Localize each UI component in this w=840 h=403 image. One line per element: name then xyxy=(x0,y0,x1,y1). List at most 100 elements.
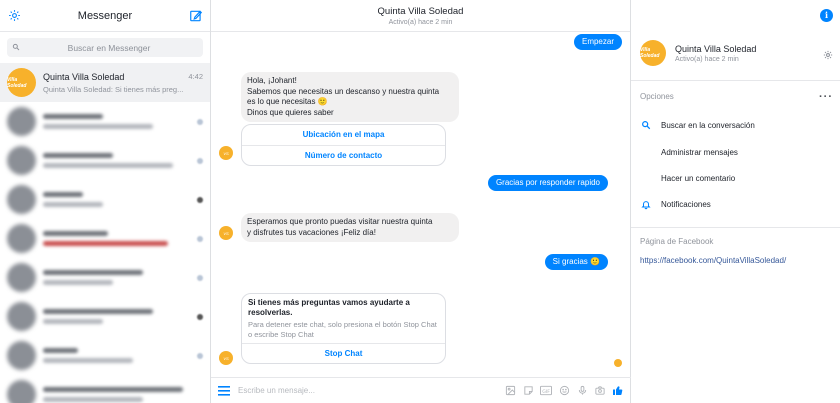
conversation-item-blurred[interactable] xyxy=(0,102,210,141)
conversation-name: Quinta Villa Soledad xyxy=(43,71,125,82)
option-manage-messages[interactable]: Administrar mensajes xyxy=(640,146,738,158)
hope-line: y disfrutes tus vacaciones ¡Feliz día! xyxy=(247,227,376,237)
divider xyxy=(631,227,840,228)
conversation-status: Activo(a) hace 2 min xyxy=(388,19,453,26)
image-icon[interactable] xyxy=(504,385,516,397)
conversation-panel: Quinta Villa Soledad Activo(a) hace 2 mi… xyxy=(211,0,631,403)
details-panel: i Villa Soledad Quinta Villa Soledad Act… xyxy=(631,0,840,403)
option-label: Hacer un comentario xyxy=(661,173,736,183)
greeting-line: Dinos que quieres saber xyxy=(247,107,334,117)
avatar xyxy=(7,380,36,403)
profile-name: Quinta Villa Soledad xyxy=(675,43,757,54)
avatar xyxy=(7,341,36,370)
conversation-snippet: Quinta Villa Soledad: Si tienes más preg… xyxy=(43,84,184,94)
profile-status: Activo(a) hace 2 min xyxy=(675,55,739,63)
avatar xyxy=(7,263,36,292)
yes-thanks-text: Si gracias xyxy=(552,257,588,266)
conversation-title: Quinta Villa Soledad xyxy=(377,6,464,17)
brand-logo-avatar: Villa Soledad xyxy=(640,40,666,66)
settings-gear-icon[interactable] xyxy=(7,9,21,23)
read-receipt-icon xyxy=(197,157,203,164)
avatar xyxy=(7,185,36,214)
info-icon[interactable]: i xyxy=(820,9,833,22)
menu-icon[interactable] xyxy=(218,385,230,397)
more-options-icon[interactable]: ··· xyxy=(819,91,833,103)
message-input[interactable] xyxy=(238,386,438,395)
stop-chat-button[interactable]: Stop Chat xyxy=(242,343,445,363)
card-title: Si tienes más preguntas vamos ayudarte a… xyxy=(248,298,410,317)
divider xyxy=(631,80,840,81)
option-search-conversation[interactable]: Buscar en la conversación xyxy=(640,119,755,131)
option-leave-comment[interactable]: Hacer un comentario xyxy=(640,172,735,184)
profile-header: Villa Soledad Quinta Villa Soledad Activ… xyxy=(640,40,756,66)
map-location-button[interactable]: Ubicación en el mapa xyxy=(242,125,445,145)
conversation-item-active[interactable]: Villa Soledad Quinta Villa Soledad 4:42 … xyxy=(0,63,210,102)
conversation-item-blurred[interactable] xyxy=(0,297,210,336)
option-notifications[interactable]: Notificaciones xyxy=(640,198,711,210)
compose-icon[interactable] xyxy=(189,9,203,23)
message-in-greeting: Hola, ¡Johant! Sabemos que necesitas un … xyxy=(241,72,459,122)
read-receipt-icon xyxy=(197,352,203,359)
options-label: Opciones xyxy=(640,92,674,101)
sticker-icon[interactable] xyxy=(522,385,534,397)
conversation-time: 4:42 xyxy=(188,71,203,81)
read-receipt-icon xyxy=(197,118,203,125)
conversation-item-blurred[interactable] xyxy=(0,375,210,403)
smile-emoji-icon: 🙂 xyxy=(317,97,328,106)
conversation-list-panel: Messenger Villa Soledad Quinta Villa Sol… xyxy=(0,0,211,403)
avatar-logo-text: Villa Soledad xyxy=(640,47,660,59)
emoji-icon[interactable] xyxy=(558,385,570,397)
gif-icon[interactable]: GIF xyxy=(540,385,552,397)
microphone-icon[interactable] xyxy=(576,385,588,397)
search-icon xyxy=(640,119,652,131)
bot-avatar: VS xyxy=(219,226,233,240)
facebook-page-link[interactable]: https://facebook.com/QuintaVillaSoledad/ xyxy=(640,256,786,265)
bot-avatar: VS xyxy=(219,146,233,160)
search-area xyxy=(0,32,210,63)
read-receipt-icon xyxy=(197,274,203,281)
composer: GIF xyxy=(211,377,631,403)
read-receipt-icon xyxy=(197,313,203,320)
hope-line: Esperamos que pronto puedas visitar nues… xyxy=(247,217,433,226)
message-out-start: Empezar xyxy=(573,34,622,50)
conversation-item-blurred[interactable] xyxy=(0,336,210,375)
read-receipt-icon xyxy=(197,235,203,242)
seen-indicator-icon xyxy=(614,359,622,367)
bell-icon xyxy=(640,198,652,210)
smile-emoji-icon: 🙂 xyxy=(590,257,600,266)
option-label: Buscar en la conversación xyxy=(661,120,755,130)
sidebar-header: Messenger xyxy=(0,0,210,32)
message-out-thanks: Gracias por responder rapido xyxy=(487,175,608,191)
option-label: Administrar mensajes xyxy=(661,147,738,157)
conversation-item-blurred[interactable] xyxy=(0,219,210,258)
avatar xyxy=(7,107,36,136)
search-input[interactable] xyxy=(24,42,194,53)
bot-avatar: VS xyxy=(219,351,233,365)
gear-icon[interactable] xyxy=(823,50,833,62)
message-out-yes-thanks: Si gracias 🙂 xyxy=(544,254,608,270)
greeting-line: es lo que necesitas xyxy=(247,97,316,106)
search-box[interactable] xyxy=(7,38,203,57)
option-label: Notificaciones xyxy=(661,199,711,209)
message-in-hope: Esperamos que pronto puedas visitar nues… xyxy=(241,213,459,242)
conversation-header: Quinta Villa Soledad Activo(a) hace 2 mi… xyxy=(211,0,630,32)
avatar xyxy=(7,302,36,331)
svg-text:GIF: GIF xyxy=(542,389,550,395)
thumbs-up-icon[interactable] xyxy=(612,385,624,397)
conversation-item-blurred[interactable] xyxy=(0,258,210,297)
facebook-page-label: Página de Facebook xyxy=(640,237,714,246)
avatar xyxy=(7,224,36,253)
avatar-logo-text: Villa Soledad xyxy=(7,76,27,89)
greeting-line: Sabemos que necesitas un descanso y nues… xyxy=(247,86,440,96)
avatar xyxy=(7,146,36,175)
conversation-item-blurred[interactable] xyxy=(0,141,210,180)
greeting-line: Hola, ¡Johant! xyxy=(247,76,297,85)
sidebar-title: Messenger xyxy=(77,9,133,22)
brand-logo-avatar: Villa Soledad xyxy=(7,68,36,97)
search-icon xyxy=(12,43,20,53)
conversation-item-blurred[interactable] xyxy=(0,180,210,219)
camera-icon[interactable] xyxy=(594,385,606,397)
read-receipt-icon xyxy=(197,196,203,203)
quick-reply-card: Ubicación en el mapa Número de contacto xyxy=(241,124,446,166)
contact-number-button[interactable]: Número de contacto xyxy=(242,145,445,165)
